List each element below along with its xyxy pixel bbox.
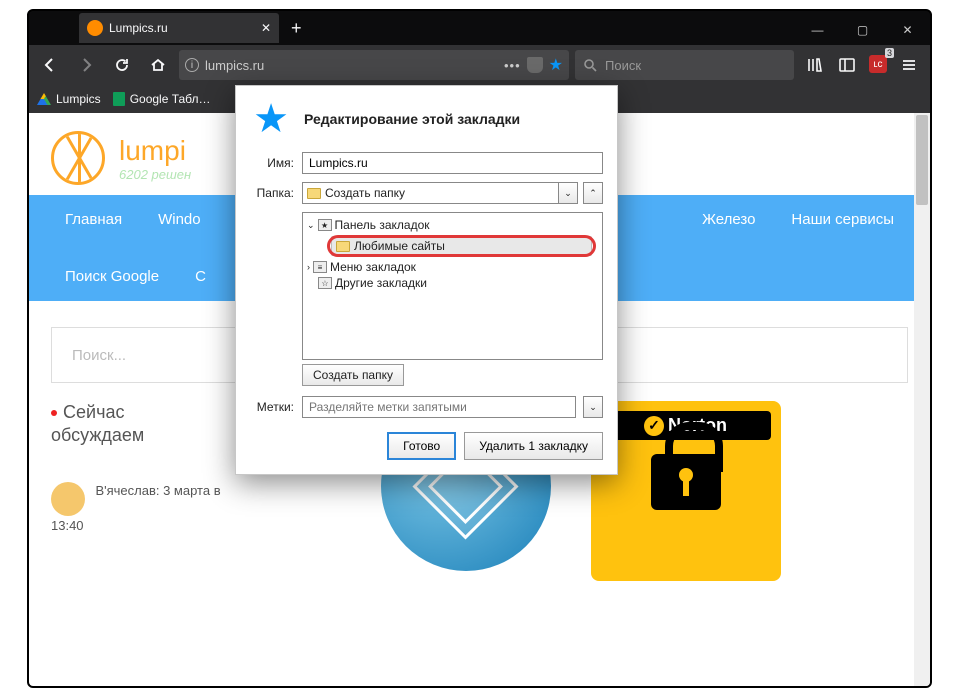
comment-avatar — [51, 482, 85, 516]
folder-dropdown[interactable]: Создать папку ⌄ — [302, 182, 578, 204]
reload-button[interactable] — [107, 50, 137, 80]
sidebar-icon[interactable] — [832, 50, 862, 80]
drive-icon — [37, 93, 51, 105]
bookmark-name-input[interactable] — [302, 152, 603, 174]
folder-label: Папка: — [250, 186, 294, 200]
home-button[interactable] — [143, 50, 173, 80]
new-tab-button[interactable]: + — [279, 18, 314, 39]
maximize-button[interactable]: ▢ — [840, 15, 885, 45]
page-actions-icon[interactable]: ••• — [504, 58, 521, 73]
bookmark-star-icon[interactable]: ★ — [549, 55, 563, 75]
nav-windows[interactable]: Windo — [158, 211, 201, 228]
nav-google-search[interactable]: Поиск Google — [65, 268, 159, 285]
discuss-heading: Сейчасобсуждаем — [51, 401, 223, 448]
site-logo — [51, 131, 105, 185]
bookmark-item-sheets[interactable]: Google Табл… — [113, 92, 211, 106]
site-tagline: 6202 решен — [119, 167, 191, 182]
toolbar-right: ʟc 3 — [800, 50, 924, 80]
tags-dropdown-button[interactable]: ⌄ — [583, 396, 603, 418]
titlebar: Lumpics.ru ✕ + — ▢ ✕ — [29, 11, 930, 45]
tab-favicon — [87, 20, 103, 36]
popup-title: Редактирование этой закладки — [304, 111, 520, 127]
pocket-icon[interactable] — [527, 57, 543, 73]
search-icon — [583, 58, 597, 72]
lock-icon — [651, 454, 721, 510]
popup-footer: Готово Удалить 1 закладку — [236, 422, 617, 474]
check-icon: ✓ — [644, 416, 664, 436]
window-controls: — ▢ ✕ — [795, 15, 930, 45]
nav-c[interactable]: С — [195, 268, 206, 285]
nav-hardware[interactable]: Железо — [702, 211, 755, 228]
bookmark-label: Lumpics — [56, 92, 101, 106]
tree-favorite-folder[interactable]: Любимые сайты — [331, 236, 592, 256]
live-dot-icon — [51, 410, 57, 416]
tree-bookmarks-toolbar[interactable]: ⌄★Панель закладок — [305, 217, 600, 233]
name-label: Имя: — [250, 156, 294, 170]
forward-button[interactable] — [71, 50, 101, 80]
search-placeholder: Поиск — [605, 58, 641, 73]
chevron-down-icon[interactable]: ⌄ — [558, 182, 578, 204]
extension-badge-count: 3 — [885, 48, 894, 58]
tab-active[interactable]: Lumpics.ru ✕ — [79, 13, 279, 43]
tree-other-bookmarks[interactable]: ☆Другие закладки — [316, 275, 600, 291]
bookmark-item-lumpics[interactable]: Lumpics — [37, 92, 101, 106]
tab-close-icon[interactable]: ✕ — [261, 21, 271, 35]
back-button[interactable] — [35, 50, 65, 80]
site-name: lumpi — [119, 135, 191, 167]
extension-icon: ʟc — [869, 55, 887, 73]
extension-button[interactable]: ʟc 3 — [864, 50, 892, 78]
minimize-button[interactable]: — — [795, 15, 840, 45]
browser-window: Lumpics.ru ✕ + — ▢ ✕ i lumpics.ru ••• ★ … — [27, 9, 932, 688]
site-search-placeholder: Поиск... — [72, 347, 126, 364]
popup-header: ★ Редактирование этой закладки — [236, 86, 617, 148]
library-icon[interactable] — [800, 50, 830, 80]
app-menu-button[interactable] — [894, 50, 924, 80]
vertical-scrollbar[interactable] — [914, 113, 930, 686]
url-text: lumpics.ru — [205, 58, 264, 73]
promo-norton[interactable]: ✓Norton — [591, 401, 781, 581]
toolbar-folder-icon: ★ — [318, 219, 332, 231]
sheets-icon — [113, 92, 125, 106]
other-folder-icon: ☆ — [318, 277, 332, 289]
done-button[interactable]: Готово — [387, 432, 456, 460]
remove-bookmark-button[interactable]: Удалить 1 закладку — [464, 432, 603, 460]
tags-label: Метки: — [250, 400, 294, 414]
nav-home[interactable]: Главная — [65, 211, 122, 228]
connection-info-icon[interactable]: i — [185, 58, 199, 72]
scrollbar-thumb[interactable] — [916, 115, 928, 205]
folder-icon — [307, 188, 321, 199]
tags-input[interactable] — [302, 396, 576, 418]
url-bar[interactable]: i lumpics.ru ••• ★ — [179, 50, 569, 80]
new-folder-button[interactable]: Создать папку — [302, 364, 404, 386]
search-bar[interactable]: Поиск — [575, 50, 794, 80]
bookmark-label: Google Табл… — [130, 92, 211, 106]
popup-star-icon: ★ — [250, 98, 292, 140]
tab-title: Lumpics.ru — [109, 21, 168, 35]
folder-icon — [336, 241, 350, 252]
close-button[interactable]: ✕ — [885, 15, 930, 45]
edit-bookmark-popup: ★ Редактирование этой закладки Имя: Папк… — [235, 85, 618, 475]
folder-selected: Создать папку — [325, 186, 405, 200]
menu-folder-icon: ≡ — [313, 261, 327, 273]
tree-bookmarks-menu[interactable]: ›≡Меню закладок — [305, 259, 600, 275]
collapse-tree-button[interactable]: ⌃ — [583, 182, 603, 204]
navbar: i lumpics.ru ••• ★ Поиск ʟc 3 — [29, 45, 930, 85]
nav-services[interactable]: Наши сервисы — [791, 211, 894, 228]
folder-tree[interactable]: ⌄★Панель закладок Любимые сайты ›≡Меню з… — [302, 212, 603, 360]
tab-strip: Lumpics.ru ✕ + — [29, 11, 314, 45]
discuss-block: Сейчасобсуждаем В'ячеслав: 3 марта в 13:… — [51, 401, 223, 581]
